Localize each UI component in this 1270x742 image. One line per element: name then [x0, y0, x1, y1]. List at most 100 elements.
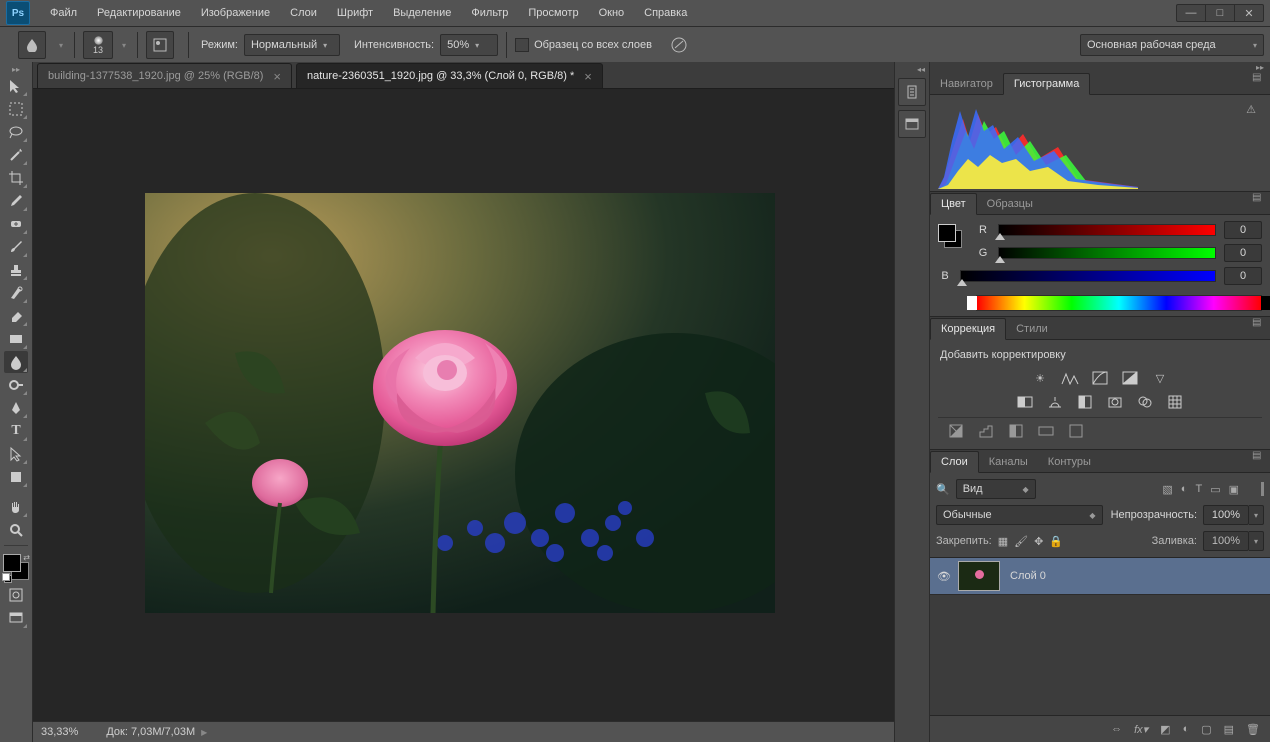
paths-tab[interactable]: Контуры: [1038, 452, 1101, 472]
menu-layers[interactable]: Слои: [280, 0, 327, 26]
eraser-tool[interactable]: [4, 305, 28, 327]
menu-filter[interactable]: Фильтр: [461, 0, 518, 26]
color-spectrum[interactable]: [976, 295, 1262, 311]
history-panel-icon[interactable]: [898, 78, 926, 106]
window-minimize-button[interactable]: —: [1177, 5, 1205, 21]
document-tab-0[interactable]: building-1377538_1920.jpg @ 25% (RGB/8) …: [37, 63, 292, 88]
color-fgbg-swatch[interactable]: [938, 224, 962, 248]
adjustments-tab[interactable]: Коррекция: [930, 318, 1006, 340]
move-tool[interactable]: [4, 75, 28, 97]
type-tool[interactable]: T: [4, 420, 28, 442]
b-slider[interactable]: [960, 270, 1216, 282]
brush-panel-toggle[interactable]: [146, 31, 174, 59]
filter-pixel-icon[interactable]: ▧: [1162, 483, 1172, 496]
lock-position-icon[interactable]: ✥: [1034, 535, 1043, 548]
canvas-area[interactable]: [33, 89, 894, 721]
quickmask-toggle[interactable]: [4, 584, 28, 606]
lock-transparent-icon[interactable]: ▦: [998, 535, 1008, 548]
menu-file[interactable]: Файл: [40, 0, 87, 26]
layer-blend-select[interactable]: Обычные◆: [936, 505, 1103, 525]
toolbar-collapse[interactable]: ▸▸: [0, 64, 32, 74]
filter-type-icon[interactable]: T: [1195, 483, 1202, 495]
filter-toggle[interactable]: [1261, 482, 1264, 496]
menu-view[interactable]: Просмотр: [518, 0, 588, 26]
foreground-background-colors[interactable]: ⇄: [3, 554, 29, 580]
gradient-tool[interactable]: [4, 328, 28, 350]
dock-expand[interactable]: ◂◂: [895, 64, 929, 74]
tool-preset-button[interactable]: [18, 31, 46, 59]
opacity-arrow[interactable]: ▾: [1249, 505, 1264, 525]
dodge-tool[interactable]: [4, 374, 28, 396]
color-balance-icon[interactable]: [1045, 393, 1065, 411]
color-tab[interactable]: Цвет: [930, 193, 977, 215]
menu-image[interactable]: Изображение: [191, 0, 280, 26]
bw-icon[interactable]: [1075, 393, 1095, 411]
hand-tool[interactable]: [4, 496, 28, 518]
menu-window[interactable]: Окно: [589, 0, 635, 26]
brush-tool[interactable]: [4, 236, 28, 258]
fill-arrow[interactable]: ▾: [1249, 531, 1264, 551]
threshold-icon[interactable]: [1006, 422, 1026, 440]
window-close-button[interactable]: ✕: [1234, 5, 1263, 21]
channels-tab[interactable]: Каналы: [979, 452, 1038, 472]
sample-all-layers-checkbox[interactable]: [515, 38, 529, 52]
document-canvas[interactable]: [145, 193, 775, 613]
layer-filter-kind[interactable]: Вид◆: [956, 479, 1036, 499]
panel-menu-icon[interactable]: ▤: [1252, 76, 1266, 88]
histogram-tab[interactable]: Гистограмма: [1003, 73, 1091, 95]
layer-name[interactable]: Слой 0: [1010, 570, 1046, 582]
filter-smart-icon[interactable]: ▣: [1229, 483, 1239, 496]
blur-tool[interactable]: [4, 351, 28, 373]
tool-preset-picker[interactable]: ▾: [56, 35, 66, 55]
g-value[interactable]: 0: [1224, 244, 1262, 262]
fill-value[interactable]: 100%: [1203, 531, 1249, 551]
new-group-icon[interactable]: ▢: [1201, 723, 1211, 736]
properties-panel-icon[interactable]: [898, 110, 926, 138]
delete-layer-icon[interactable]: 🗑: [1246, 723, 1260, 736]
brush-preset-picker[interactable]: 13: [83, 31, 113, 59]
exposure-icon[interactable]: [1120, 369, 1140, 387]
close-tab-icon[interactable]: ×: [273, 69, 281, 84]
styles-tab[interactable]: Стили: [1006, 319, 1058, 339]
layer-list[interactable]: 👁 Слой 0: [930, 557, 1270, 715]
r-slider[interactable]: [998, 224, 1216, 236]
zoom-field[interactable]: 33,33%: [41, 726, 78, 738]
pen-tool[interactable]: [4, 397, 28, 419]
selective-color-icon[interactable]: [1066, 422, 1086, 440]
b-value[interactable]: 0: [1224, 267, 1262, 285]
posterize-icon[interactable]: [976, 422, 996, 440]
filter-shape-icon[interactable]: ▭: [1210, 483, 1220, 496]
hue-icon[interactable]: [1015, 393, 1035, 411]
invert-icon[interactable]: [946, 422, 966, 440]
lookup-icon[interactable]: [1165, 393, 1185, 411]
swatches-tab[interactable]: Образцы: [977, 194, 1043, 214]
menu-type[interactable]: Шрифт: [327, 0, 383, 26]
menu-help[interactable]: Справка: [634, 0, 697, 26]
lasso-tool[interactable]: [4, 121, 28, 143]
close-tab-icon[interactable]: ×: [584, 69, 592, 84]
lock-all-icon[interactable]: 🔒: [1049, 535, 1063, 548]
default-colors-icon[interactable]: [2, 573, 10, 581]
new-layer-icon[interactable]: ▤: [1224, 723, 1234, 736]
healing-tool[interactable]: [4, 213, 28, 235]
photo-filter-icon[interactable]: [1105, 393, 1125, 411]
search-icon[interactable]: 🔍: [936, 483, 950, 496]
warning-icon[interactable]: ⚠: [1246, 103, 1256, 116]
screen-mode-toggle[interactable]: [4, 607, 28, 629]
vibrance-icon[interactable]: ▽: [1150, 369, 1170, 387]
curves-icon[interactable]: [1090, 369, 1110, 387]
add-mask-icon[interactable]: ◩: [1160, 723, 1170, 736]
marquee-tool[interactable]: [4, 98, 28, 120]
blend-mode-select[interactable]: Нормальный▾: [244, 34, 340, 56]
history-brush-tool[interactable]: [4, 282, 28, 304]
visibility-toggle-icon[interactable]: 👁: [930, 570, 958, 583]
layer-fx-icon[interactable]: fx▾: [1134, 723, 1148, 736]
path-select-tool[interactable]: [4, 443, 28, 465]
r-value[interactable]: 0: [1224, 221, 1262, 239]
swap-colors-icon[interactable]: ⇄: [23, 553, 30, 562]
crop-tool[interactable]: [4, 167, 28, 189]
levels-icon[interactable]: [1060, 369, 1080, 387]
new-adjustment-layer-icon[interactable]: ◐: [1183, 723, 1190, 735]
eyedropper-tool[interactable]: [4, 190, 28, 212]
filter-adjust-icon[interactable]: ◐: [1181, 483, 1188, 495]
